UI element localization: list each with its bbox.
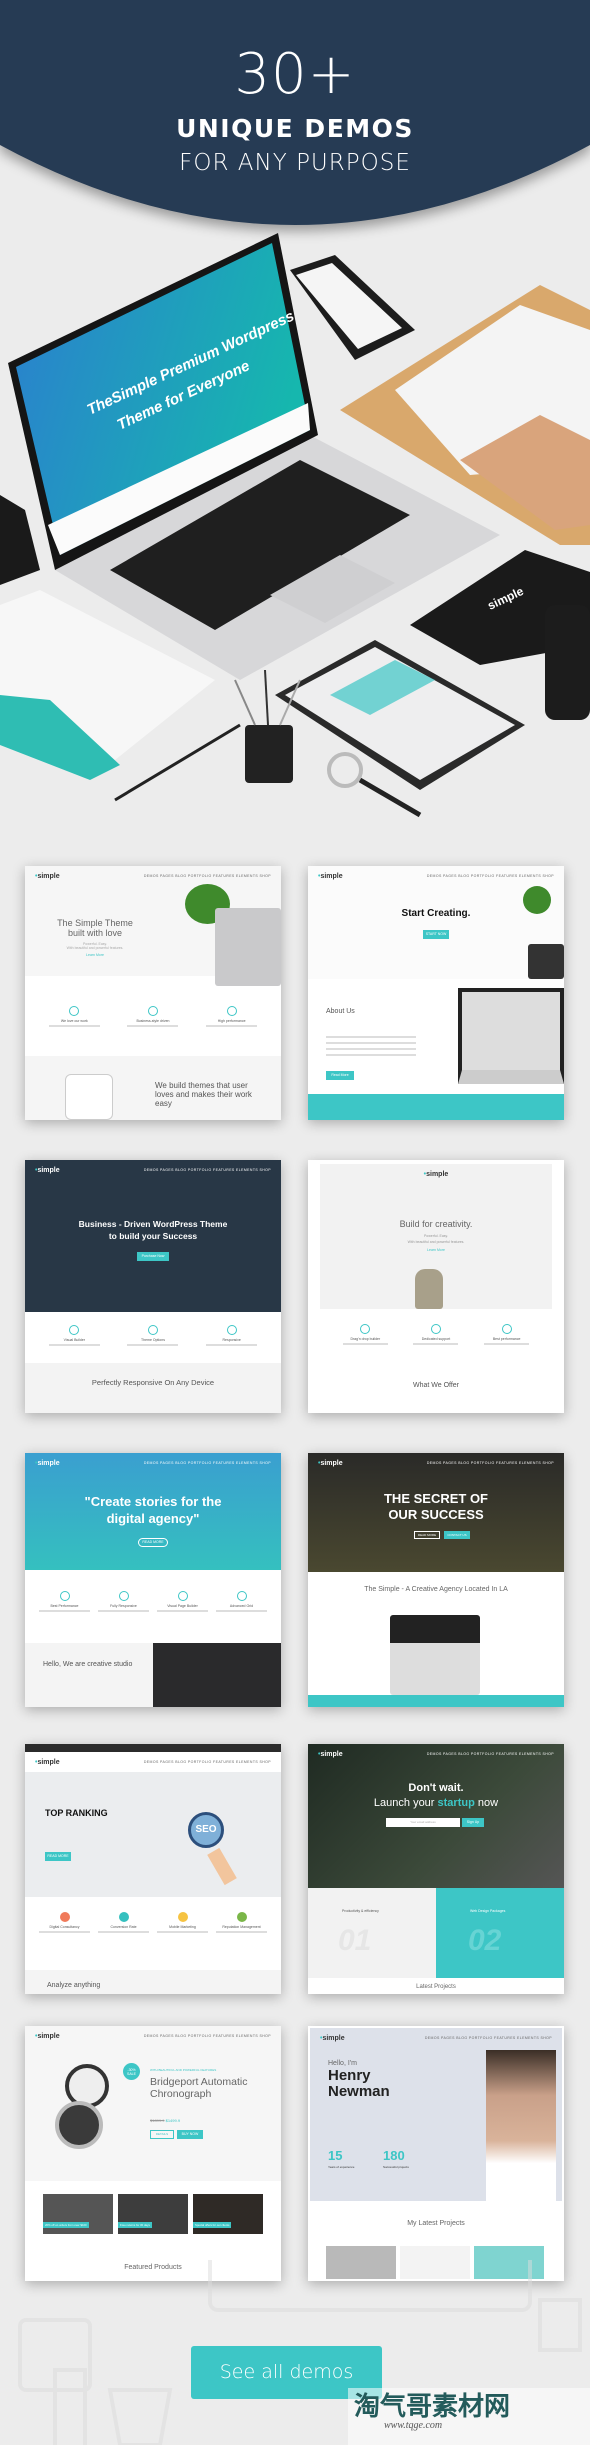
hero-title: Start Creating. (401, 908, 471, 919)
sign-up-button[interactable]: Sign Up (462, 1818, 484, 1827)
section-title: Latest Projects (416, 1984, 456, 1990)
watermark-logo: 淘气哥素材网 www.tqge.com (348, 2388, 590, 2445)
demo-count: 30+ (234, 42, 356, 107)
start-button[interactable]: START NOW (423, 930, 449, 939)
mockup-scene-illustration: TheSimple Premium Wordpress Theme for Ev… (0, 233, 590, 818)
demo-thumbnail-10[interactable]: •simple DEMOS PAGES BLOG PORTFOLIO FEATUR… (308, 2026, 564, 2281)
section-title: Analyze anything (47, 1982, 101, 1989)
demo-thumbnail-8[interactable]: •simple DEMOS PAGES BLOG PORTFOLIO FEATUR… (308, 1744, 564, 1994)
purchase-button[interactable]: Purchase Now (137, 1252, 169, 1261)
read-more-button[interactable]: READ MORE (45, 1852, 71, 1861)
monitor-decor (458, 988, 564, 1084)
price: $1499.9 (165, 2118, 181, 2123)
product-title: Bridgeport Automatic (150, 2076, 248, 2088)
portrait-image (486, 2050, 556, 2201)
logo: •simple (35, 872, 60, 880)
section-title: Perfectly Responsive On Any Device (91, 1378, 215, 1387)
section-title: Hello, We are creative studio (43, 1661, 133, 1668)
learn-more-link[interactable]: Learn More (35, 953, 155, 957)
section-title: What We Offer (412, 1382, 460, 1389)
demo-thumbnail-5[interactable]: •simple DEMOS PAGES BLOG PORTFOLIO FEATUR… (25, 1453, 281, 1707)
section-title: The Simple - A Creative Agency Located I… (364, 1586, 508, 1593)
section-title: About Us (326, 1008, 355, 1015)
section-title: My Latest Projects (407, 2220, 465, 2227)
demo-thumbnail-2[interactable]: •simple DEMOS PAGES BLOG PORTFOLIO FEATUR… (308, 866, 564, 1120)
hero-title: TOP RANKING (45, 1808, 108, 1818)
email-input[interactable]: Your email address (386, 1818, 460, 1827)
pencil-cup (245, 725, 293, 783)
laptop-decor (390, 1615, 480, 1695)
phone-decor (65, 1074, 113, 1120)
hero-title: "Create stories for the (84, 1494, 222, 1509)
mug (545, 605, 590, 720)
demo-thumbnail-7[interactable]: •simple DEMOS PAGES BLOG PORTFOLIO FEATUR… (25, 1744, 281, 1994)
demo-thumbnail-1[interactable]: •simple DEMOS PAGES BLOG PORTFOLIO FEATUR… (25, 866, 281, 1120)
hero-title: Build for creativity. (399, 1219, 473, 1229)
seo-magnifier-icon: SEO (188, 1812, 224, 1848)
read-more-button[interactable]: Read More (326, 1071, 354, 1080)
header-subtitle: FOR ANY PURPOSE (179, 150, 411, 176)
demo-thumbnail-3[interactable]: •simple DEMOS PAGES BLOG PORTFOLIO FEATUR… (25, 1160, 281, 1413)
demo-thumbnail-4[interactable]: •simple Build for creativity. Powerful. … (308, 1160, 564, 1413)
chair-decor (415, 1269, 443, 1309)
hero-title: Don't wait. (408, 1782, 464, 1794)
hero-title: The Simple Theme (57, 918, 133, 928)
header-title: UNIQUE DEMOS (176, 114, 414, 143)
person-name: Henry (328, 2067, 371, 2084)
demo-thumbnail-9[interactable]: •simple DEMOS PAGES BLOG PORTFOLIO FEATUR… (25, 2026, 281, 2281)
demo-thumbnail-6[interactable]: •simple DEMOS PAGES BLOG PORTFOLIO FEATUR… (308, 1453, 564, 1707)
buy-now-button[interactable]: BUY NOW (177, 2130, 203, 2139)
laptop-decor (215, 908, 281, 986)
hero-title: THE SECRET OF (383, 1491, 488, 1506)
magnifier (327, 752, 363, 788)
read-more-button[interactable]: READ MORE (138, 1538, 168, 1547)
hero-title: Business - Driven WordPress Theme (78, 1219, 228, 1229)
